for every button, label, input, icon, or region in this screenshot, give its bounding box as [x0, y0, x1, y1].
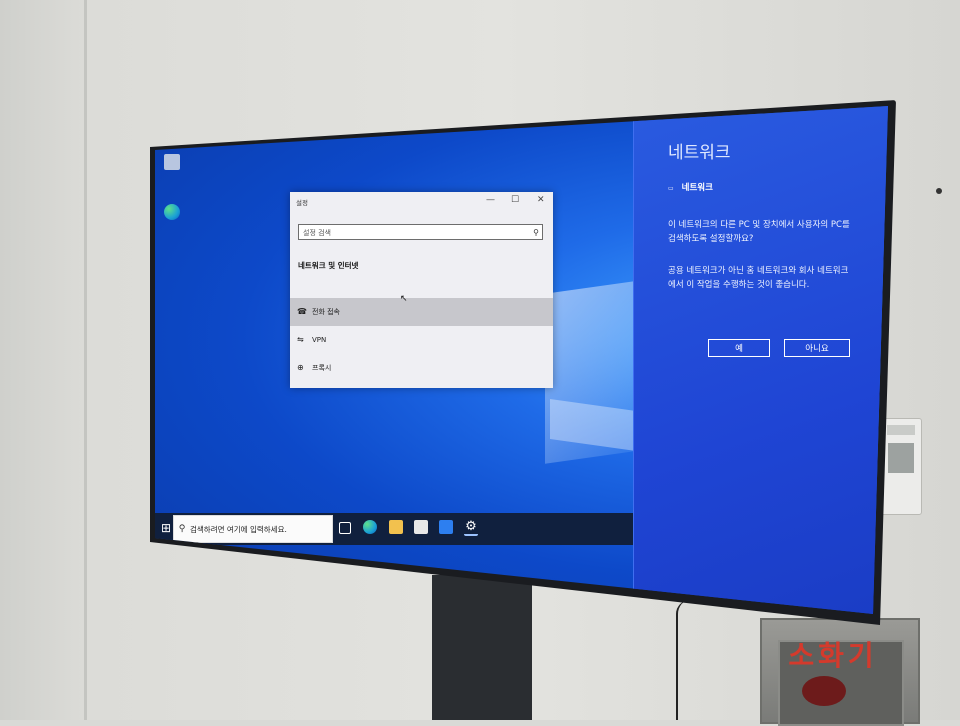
store-icon[interactable] [414, 520, 428, 534]
window-title: 설정 [296, 199, 308, 207]
taskbar: ⊞ ⚲ 검색하려면 여기에 입력하세요. ⚙ [155, 513, 635, 545]
minimize-button[interactable]: — [486, 195, 495, 205]
mouse-cursor-icon: ↖ [400, 294, 408, 304]
nav-item-label: 프록시 [312, 364, 332, 372]
file-explorer-icon[interactable] [389, 520, 403, 534]
close-button[interactable]: ✕ [537, 195, 545, 205]
taskbar-search-box[interactable]: ⚲ 검색하려면 여기에 입력하세요. [173, 515, 333, 543]
wall-thermostat [880, 418, 922, 515]
dialup-icon: ☎ [297, 307, 307, 316]
search-icon: ⚲ [178, 524, 186, 534]
vpn-icon: ⇋ [297, 335, 304, 344]
edge-desktop-icon[interactable] [161, 204, 183, 222]
network-flyout: 네트워크 ▭ 네트워크 이 네트워크의 다른 PC 및 장치에서 사용자의 PC를… [633, 106, 888, 614]
flyout-title: 네트워크 [668, 143, 731, 163]
network-name: ▭ 네트워크 [668, 183, 713, 193]
settings-window: 설정 — ☐ ✕ 설정 검색 ⚲ 네트워크 및 인터넷 ☎ 전화 접속 ⇋ VP… [290, 192, 553, 388]
nav-item-dialup[interactable]: ☎ 전화 접속 [290, 298, 553, 326]
power-cable [676, 600, 690, 720]
fire-extinguisher-box: 소화기 [760, 618, 920, 726]
tv-stand [432, 575, 532, 720]
settings-icon[interactable]: ⚙ [464, 520, 478, 536]
network-icon: ▭ [668, 185, 674, 192]
edge-icon[interactable] [363, 520, 377, 534]
discovery-question: 이 네트워크의 다른 PC 및 장치에서 사용자의 PC를 검색하도록 설정할까… [668, 220, 850, 244]
nav-item-label: 전화 접속 [312, 308, 340, 316]
section-header: 네트워크 및 인터넷 [298, 261, 359, 270]
maximize-button[interactable]: ☐ [511, 195, 519, 205]
no-button[interactable]: 아니요 [784, 339, 850, 357]
wall-corner [84, 0, 87, 720]
task-view-icon[interactable] [339, 522, 351, 534]
search-icon: ⚲ [533, 228, 539, 237]
yes-button[interactable]: 예 [708, 339, 770, 357]
globe-icon: ⊕ [297, 363, 304, 372]
wall-screw [936, 188, 942, 194]
recycle-bin-icon[interactable] [161, 154, 183, 172]
tv-screen: 설정 — ☐ ✕ 설정 검색 ⚲ 네트워크 및 인터넷 ☎ 전화 접속 ⇋ VP… [155, 106, 888, 614]
discovery-recommendation: 공용 네트워크가 아닌 홈 네트워크와 회사 네트워크에서 이 작업을 수행하는… [668, 266, 849, 290]
nav-item-vpn[interactable]: ⇋ VPN [290, 326, 553, 354]
settings-search-input[interactable]: 설정 검색 ⚲ [298, 224, 543, 240]
nav-item-label: VPN [312, 336, 327, 344]
mail-icon[interactable] [439, 520, 453, 534]
extinguisher-sign: 소화기 [788, 639, 878, 672]
nav-item-proxy[interactable]: ⊕ 프록시 [290, 354, 553, 382]
